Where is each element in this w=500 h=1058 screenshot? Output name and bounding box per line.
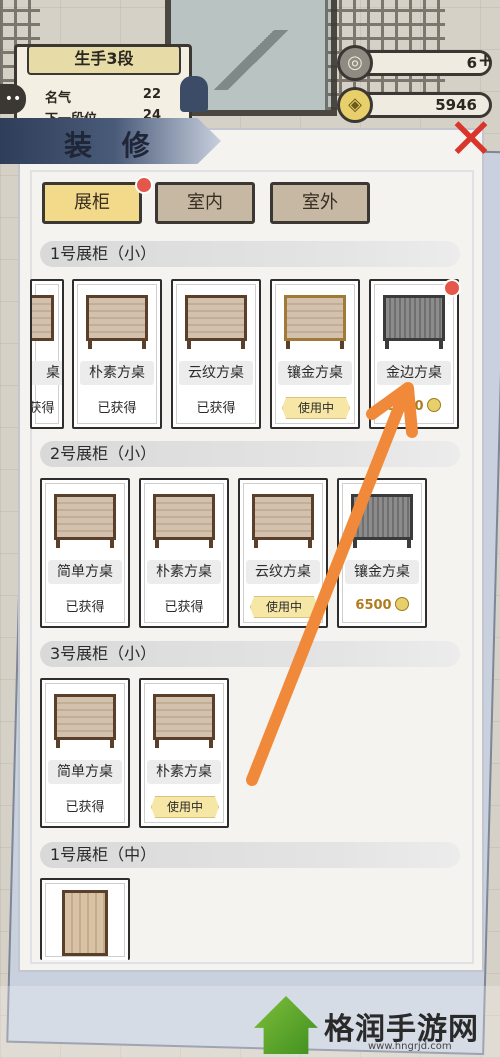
fame-label: 名气 [45, 91, 72, 106]
plain-table-image [86, 295, 148, 341]
price-value: 6500 [355, 598, 392, 613]
item-price: 6500 [339, 597, 425, 613]
section-title: 1号展柜（中） [40, 842, 460, 868]
in-use-badge: 使用中 [151, 796, 219, 818]
coin-icon: ◈ [337, 87, 373, 123]
new-item-notification-dot [443, 279, 461, 297]
tab-indoor[interactable]: 室内 [155, 182, 255, 224]
item-card-partial[interactable] [40, 878, 130, 960]
item-name: 镶金方桌 [345, 560, 419, 584]
item-status: 已获得 [30, 401, 55, 416]
item-card[interactable]: 金边方桌 5500 [369, 279, 459, 429]
item-card[interactable]: 简单方桌 已获得 [40, 678, 130, 828]
gold-edge-table-image [383, 295, 445, 341]
item-status: 已获得 [164, 600, 204, 615]
tab-cabinet-notification-dot [135, 176, 153, 194]
item-name: 简单方桌 [48, 760, 122, 784]
tab-cabinet[interactable]: 展柜 [42, 182, 142, 224]
item-status: 已获得 [65, 600, 105, 615]
item-price: 5500 [371, 398, 457, 414]
rank-title: 生手3段 [27, 45, 181, 75]
simple-table-image [54, 494, 116, 540]
coin-icon [426, 398, 441, 412]
section-title: 1号展柜（小） [40, 241, 460, 267]
shopkeeper-avatar [180, 76, 208, 112]
close-icon[interactable]: ✕ [443, 112, 499, 168]
cloud-table-image [185, 295, 247, 341]
item-status: 已获得 [97, 401, 137, 416]
gem-counter[interactable]: ◎ 6 + [337, 45, 493, 81]
table-image [32, 295, 54, 341]
tab-outdoor[interactable]: 室外 [270, 182, 370, 224]
gilded-table-image [351, 494, 413, 540]
cloud-table-image [252, 494, 314, 540]
section-title: 2号展柜（小） [40, 441, 460, 467]
item-name: 朴素方桌 [147, 560, 221, 584]
side-menu-button[interactable]: •• [0, 84, 26, 114]
item-name: 简单方桌 [48, 560, 122, 584]
swirl-gem-icon: ◎ [337, 45, 373, 81]
item-card[interactable]: 朴素方桌 已获得 [72, 279, 162, 429]
watermark-url: www.hngrjd.com [368, 1041, 452, 1052]
gilded-table-image [284, 295, 346, 341]
rank-panel[interactable]: 生手3段 名气 22 下一段位 24 [14, 44, 192, 128]
item-card[interactable]: 云纹方桌 已获得 [171, 279, 261, 429]
in-use-badge: 使用中 [250, 596, 318, 618]
item-name: 云纹方桌 [179, 361, 253, 385]
item-status: 已获得 [196, 401, 236, 416]
item-status: 已获得 [65, 800, 105, 815]
item-name: 桌 [32, 361, 62, 385]
item-name: 镶金方桌 [278, 361, 352, 385]
item-name: 朴素方桌 [80, 361, 154, 385]
add-gems-icon[interactable]: + [478, 51, 493, 71]
simple-table-image [54, 694, 116, 740]
plain-table-image [153, 694, 215, 740]
item-name: 金边方桌 [377, 361, 451, 385]
coin-icon [394, 597, 409, 611]
item-card-partial[interactable]: 桌 已获得 [30, 279, 64, 429]
item-card[interactable]: 简单方桌 已获得 [40, 478, 130, 628]
price-value: 5500 [387, 399, 424, 414]
gem-value: 6 [466, 54, 477, 72]
item-card[interactable]: 镶金方桌 6500 [337, 478, 427, 628]
section-title: 3号展柜（小） [40, 641, 460, 667]
item-name: 云纹方桌 [246, 560, 320, 584]
panel-title: 装 修 [64, 129, 160, 162]
item-name: 朴素方桌 [147, 760, 221, 784]
item-card[interactable]: 朴素方桌 使用中 [139, 678, 229, 828]
in-use-badge: 使用中 [282, 397, 350, 419]
fame-value: 22 [142, 87, 161, 102]
item-card[interactable]: 云纹方桌 使用中 [238, 478, 328, 628]
item-card[interactable]: 朴素方桌 已获得 [139, 478, 229, 628]
item-card[interactable]: 镶金方桌 使用中 [270, 279, 360, 429]
plain-table-image [153, 494, 215, 540]
tall-cabinet-image [62, 890, 108, 956]
